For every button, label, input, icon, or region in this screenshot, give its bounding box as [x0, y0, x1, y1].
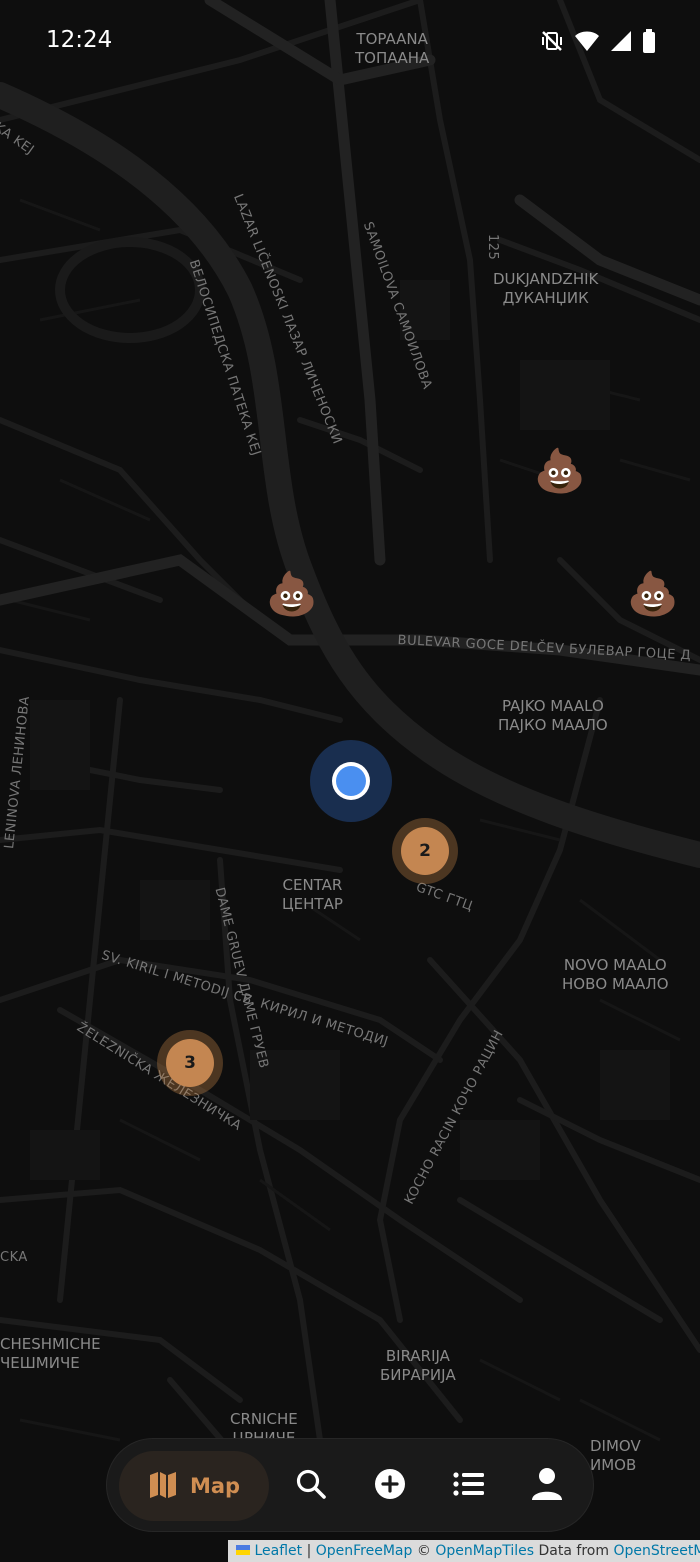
- search-icon: [295, 1468, 327, 1504]
- nav-list-button[interactable]: [447, 1464, 491, 1508]
- place-label-pajko-maalo: PAJKO MAALO ПАЈКО МААЛО: [498, 697, 608, 734]
- bottom-nav: Map: [106, 1438, 594, 1532]
- list-icon: [453, 1470, 485, 1502]
- street-label-125: 125: [485, 234, 500, 261]
- status-bar: 12:24: [0, 0, 700, 84]
- map-canvas[interactable]: TOPAANA ТОПААНА DUKJANDZHIK ДУКАНЏИК PAJKO…: [0, 0, 700, 1562]
- nav-add-button[interactable]: [368, 1464, 412, 1508]
- poop-marker[interactable]: 💩: [626, 570, 680, 624]
- attribution-separator: |: [306, 1543, 312, 1559]
- poop-emoji-icon: 💩: [533, 446, 587, 495]
- nav-profile-button[interactable]: [525, 1464, 569, 1508]
- attribution-copyright: ©: [416, 1543, 431, 1559]
- poop-marker[interactable]: 💩: [265, 570, 319, 624]
- attribution-data-from: Data from: [538, 1543, 609, 1559]
- cluster-count: 3: [166, 1039, 214, 1087]
- place-label-centar: CENTAR ЦЕНТАР: [282, 876, 343, 913]
- leaflet-link[interactable]: Leaflet: [254, 1543, 302, 1559]
- status-icons: [540, 29, 656, 57]
- place-label-dimov: DIMOV ИМОВ: [590, 1437, 641, 1474]
- place-label-dukjandzhik: DUKJANDZHIK ДУКАНЏИК: [493, 270, 599, 307]
- place-label-cheshmiche: CHESHMICHE ЧЕШМИЧЕ: [0, 1335, 101, 1372]
- place-label-birarija: BIRARIJA БИРАРИЈА: [380, 1347, 456, 1384]
- poop-marker[interactable]: 💩: [533, 447, 587, 501]
- marker-cluster[interactable]: 3: [157, 1030, 223, 1096]
- map-icon: [148, 1469, 178, 1503]
- marker-cluster[interactable]: 2: [392, 818, 458, 884]
- poop-emoji-icon: 💩: [626, 569, 680, 618]
- battery-icon: [642, 29, 656, 57]
- add-icon: [374, 1468, 406, 1504]
- openfreemap-link[interactable]: OpenFreeMap: [316, 1543, 413, 1559]
- nav-search-button[interactable]: [289, 1464, 333, 1508]
- openmaptiles-link[interactable]: OpenMapTiles: [435, 1543, 534, 1559]
- user-location-marker: [310, 740, 392, 822]
- signal-icon: [610, 30, 632, 56]
- cluster-count: 2: [401, 827, 449, 875]
- street-label-cka: CKA: [0, 1250, 28, 1265]
- profile-icon: [531, 1467, 563, 1505]
- status-time: 12:24: [46, 27, 113, 53]
- ukraine-flag-icon: [236, 1543, 250, 1559]
- vibrate-off-icon: [540, 29, 564, 57]
- wifi-icon: [574, 30, 600, 56]
- nav-map-label: Map: [189, 1474, 241, 1498]
- place-label-novo-maalo: NOVO MAALO НОВО МААЛО: [562, 956, 669, 993]
- location-dot-icon: [336, 766, 366, 796]
- openstreetmap-link[interactable]: OpenStreetMap: [613, 1543, 700, 1559]
- poop-emoji-icon: 💩: [265, 569, 319, 618]
- nav-map-button[interactable]: Map: [119, 1451, 269, 1521]
- map-attribution: Leaflet | OpenFreeMap © OpenMapTiles Dat…: [228, 1540, 700, 1562]
